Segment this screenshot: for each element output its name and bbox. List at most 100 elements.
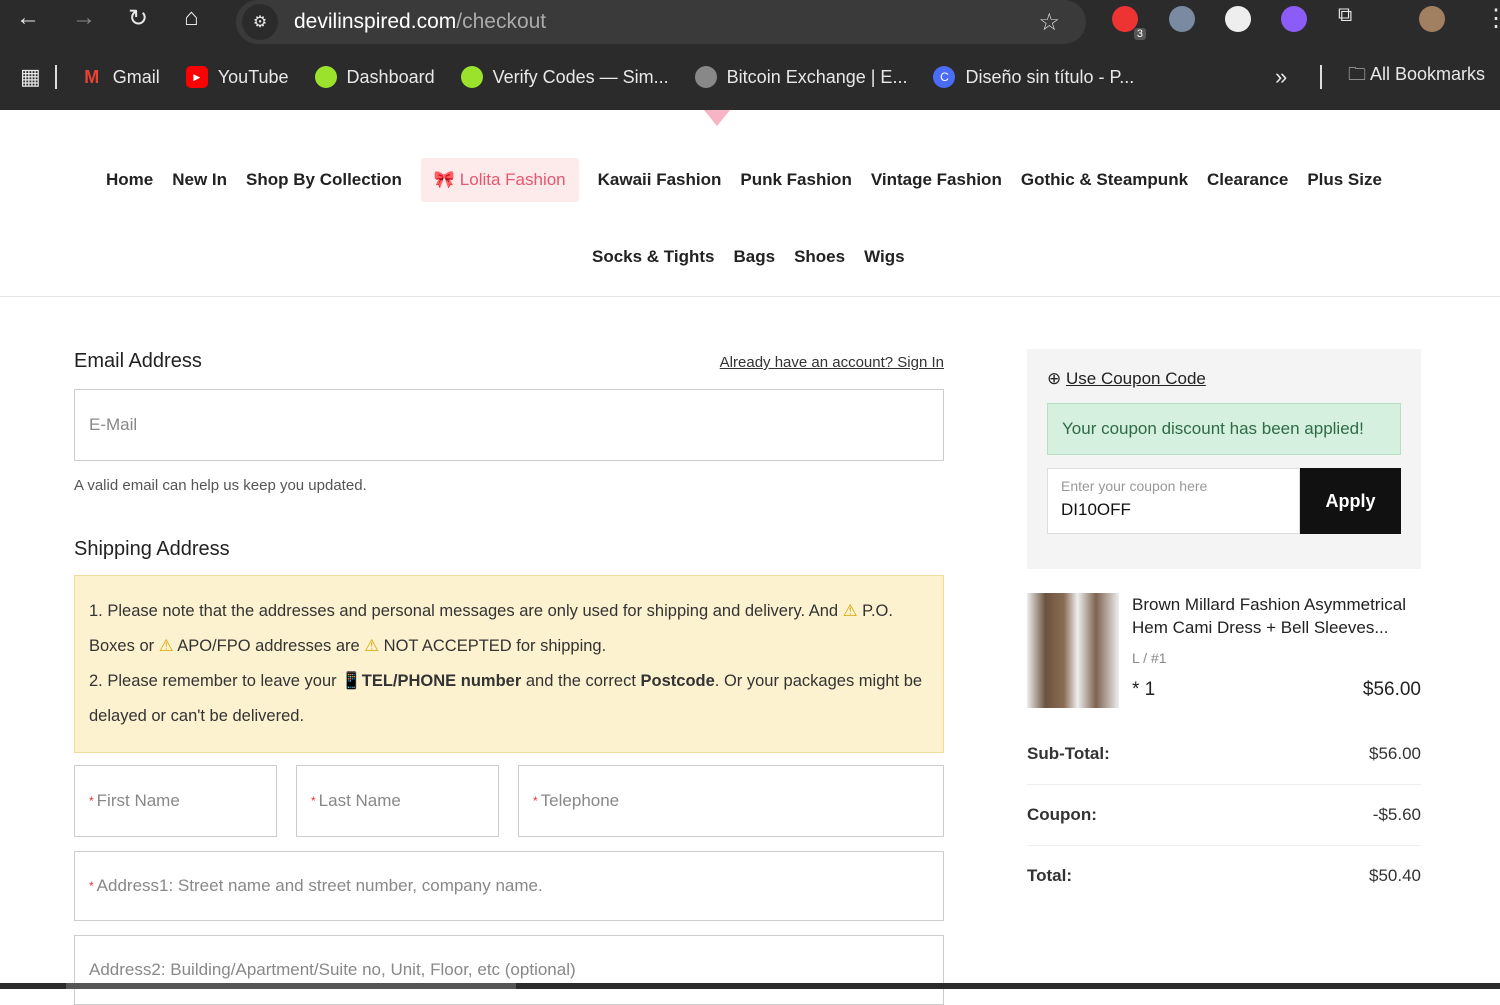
nav-punk-fashion[interactable]: Punk Fashion: [740, 170, 851, 190]
scrollbar-thumb[interactable]: [66, 983, 516, 989]
nav-new-in[interactable]: New In: [172, 170, 227, 190]
address2-placeholder: Address2: Building/Apartment/Suite no, U…: [89, 960, 576, 979]
total-value: $50.40: [1369, 866, 1421, 885]
apps-grid-icon[interactable]: ▦: [20, 64, 41, 90]
nav-lolita-fashion[interactable]: 🎀 Lolita Fashion: [420, 158, 579, 202]
extension-badge: 3: [1133, 28, 1146, 40]
telephone-field[interactable]: * Telephone: [518, 765, 944, 837]
profile-avatar[interactable]: [1419, 6, 1445, 32]
last-name-field[interactable]: * Last Name: [296, 765, 499, 837]
back-icon[interactable]: ←: [16, 4, 40, 32]
bow-icon: 🎀: [433, 170, 456, 189]
browser-chrome: ← → ↻ ⌂ ⚙ devilinspired.com/checkout ☆ 3…: [0, 0, 1500, 110]
sign-in-link[interactable]: Already have an account? Sign In: [720, 354, 944, 371]
telephone-placeholder: Telephone: [540, 791, 620, 810]
email-field[interactable]: E-Mail: [74, 389, 944, 461]
email-help-text: A valid email can help us keep you updat…: [74, 477, 367, 494]
total-label: Sub-Total:: [1027, 744, 1110, 763]
verify-codes-icon: [460, 66, 483, 88]
bookmark-gmail[interactable]: M Gmail: [81, 66, 160, 88]
forward-icon[interactable]: →: [72, 4, 96, 32]
decorative-heart: [704, 110, 730, 126]
menu-icon[interactable]: ⋮: [1484, 4, 1500, 33]
extension-icon[interactable]: [1281, 6, 1307, 32]
product-price: $56.00: [1362, 679, 1421, 700]
address1-placeholder: Address1: Street name and street number,…: [96, 876, 543, 895]
total-label: Coupon:: [1027, 805, 1097, 824]
checkout-form: Email Address Already have an account? S…: [74, 330, 944, 1005]
home-icon[interactable]: ⌂: [184, 4, 199, 32]
total-row: Total: $50.40: [1027, 846, 1421, 906]
bookmark-canva[interactable]: C Diseño sin título - P...: [933, 66, 1134, 88]
nav-clearance[interactable]: Clearance: [1207, 170, 1288, 190]
nav-label: Lolita Fashion: [459, 170, 566, 189]
coupon-panel: ⊕ Use Coupon Code Your coupon discount h…: [1027, 349, 1421, 569]
shipping-notice: 1. Please note that the addresses and pe…: [74, 575, 944, 753]
plus-circle-icon: ⊕: [1047, 369, 1062, 388]
notice-text: 1. Please note that the addresses and pe…: [89, 602, 843, 620]
bookmark-bitcoin-exchange[interactable]: Bitcoin Exchange | E...: [694, 66, 907, 88]
globe-icon: [694, 66, 717, 88]
warning-icon: ⚠: [364, 637, 380, 655]
coupon-row: Coupon: -$5.60: [1027, 785, 1421, 846]
reload-icon[interactable]: ↻: [128, 4, 148, 33]
notice-emphasis: Postcode: [640, 672, 715, 690]
url-host: devilinspired.com: [294, 10, 457, 33]
address-bar[interactable]: ⚙ devilinspired.com/checkout ☆: [236, 0, 1086, 44]
youtube-icon: ▶: [185, 66, 208, 88]
horizontal-scrollbar[interactable]: [0, 983, 1500, 989]
bookmark-verify-codes[interactable]: Verify Codes — Sim...: [460, 66, 669, 88]
product-thumbnail[interactable]: [1027, 593, 1119, 708]
bookmark-star-icon[interactable]: ☆: [1038, 8, 1060, 37]
divider: [1320, 65, 1322, 89]
phone-icon: 📱: [341, 672, 362, 690]
bookmark-dashboard[interactable]: Dashboard: [314, 66, 435, 88]
extension-icon[interactable]: 3: [1112, 6, 1146, 40]
all-bookmarks-button[interactable]: 🗀 All Bookmarks: [1348, 62, 1485, 92]
url-path: /checkout: [456, 10, 547, 33]
nav-home[interactable]: Home: [106, 170, 153, 190]
product-name[interactable]: Brown Millard Fashion Asymmetrical Hem C…: [1132, 593, 1421, 639]
more-bookmarks-button[interactable]: »: [1275, 64, 1287, 90]
bookmark-youtube[interactable]: ▶ YouTube: [185, 66, 289, 88]
apply-coupon-button[interactable]: Apply: [1300, 468, 1401, 534]
use-coupon-label: Use Coupon Code: [1065, 369, 1206, 388]
totals: Sub-Total: $56.00 Coupon: -$5.60 Total: $50…: [1027, 724, 1421, 906]
nav-vintage-fashion[interactable]: Vintage Fashion: [871, 170, 1002, 190]
coupon-value: DI10OFF: [1061, 500, 1131, 519]
notice-text: APO/FPO addresses are: [177, 637, 365, 655]
canva-icon: C: [933, 66, 956, 88]
email-placeholder: E-Mail: [89, 415, 138, 434]
first-name-field[interactable]: * First Name: [74, 765, 277, 837]
nav-bags[interactable]: Bags: [734, 247, 776, 267]
nav-wigs[interactable]: Wigs: [864, 247, 904, 267]
nav-kawaii-fashion[interactable]: Kawaii Fashion: [598, 170, 722, 190]
notice-text: 2. Please remember to leave your: [89, 672, 342, 690]
extension-icon[interactable]: [1169, 6, 1195, 32]
extension-icon[interactable]: [1225, 6, 1251, 32]
first-name-placeholder: First Name: [96, 791, 180, 810]
site-settings-icon[interactable]: ⚙: [242, 4, 278, 40]
nav-shoes[interactable]: Shoes: [794, 247, 845, 267]
divider: [54, 65, 57, 89]
shipping-section-title: Shipping Address: [74, 538, 230, 560]
address2-field[interactable]: Address2: Building/Apartment/Suite no, U…: [74, 935, 944, 1005]
bookmark-label: YouTube: [217, 66, 289, 87]
nav-socks-tights[interactable]: Socks & Tights: [592, 247, 715, 267]
email-section-title: Email Address: [74, 350, 202, 372]
bookmark-label: Dashboard: [346, 66, 435, 87]
last-name-placeholder: Last Name: [318, 791, 401, 810]
warning-icon: ⚠: [842, 602, 858, 620]
gmail-icon: M: [84, 67, 100, 87]
coupon-input[interactable]: Enter your coupon here DI10OFF: [1047, 468, 1300, 534]
coupon-placeholder: Enter your coupon here: [1061, 478, 1208, 494]
address1-field[interactable]: * Address1: Street name and street number…: [74, 851, 944, 921]
site-navigation: Home New In Shop By Collection 🎀 Lolita …: [0, 110, 1500, 297]
subtotal-row: Sub-Total: $56.00: [1027, 724, 1421, 785]
extensions-puzzle-icon[interactable]: ⧉: [1338, 4, 1352, 27]
nav-shop-by-collection[interactable]: Shop By Collection: [246, 170, 402, 190]
total-value: -$5.60: [1372, 805, 1421, 824]
nav-plus-size[interactable]: Plus Size: [1307, 170, 1382, 190]
use-coupon-toggle[interactable]: ⊕ Use Coupon Code: [1047, 369, 1401, 389]
nav-gothic-steampunk[interactable]: Gothic & Steampunk: [1021, 170, 1188, 190]
